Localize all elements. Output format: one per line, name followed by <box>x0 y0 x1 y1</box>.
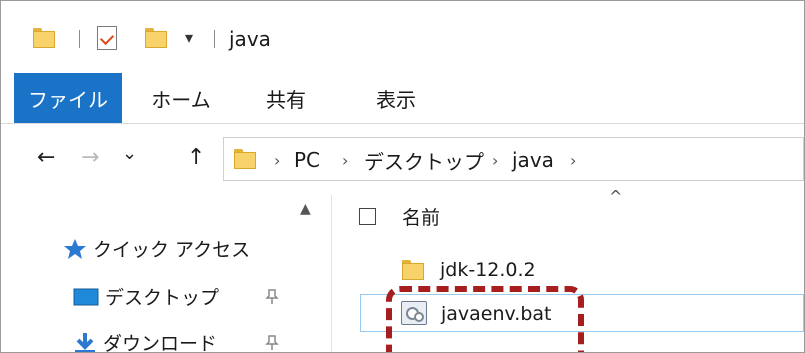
pin-icon[interactable] <box>265 289 279 309</box>
breadcrumb-separator[interactable]: › <box>570 138 576 182</box>
folder-icon <box>33 28 55 48</box>
breadcrumb-separator[interactable]: › <box>274 138 280 182</box>
navigation-pane: ▲ クイック アクセス デスクトップ ダウンロード <box>1 195 332 352</box>
select-all-checkbox[interactable] <box>359 208 376 225</box>
sidebar-item-quick-access[interactable]: クイック アクセス <box>63 235 250 262</box>
file-name: jdk-12.0.2 <box>440 259 536 281</box>
window-title: java <box>229 27 271 51</box>
tab-view[interactable]: 表示 <box>361 73 431 123</box>
breadcrumb-pc[interactable]: PC <box>294 138 320 182</box>
title-bar: ▾ java <box>1 1 804 71</box>
properties-icon[interactable] <box>97 26 117 50</box>
tab-share[interactable]: 共有 <box>251 73 321 123</box>
sidebar-item-label: クイック アクセス <box>93 239 251 261</box>
download-icon <box>75 332 95 352</box>
breadcrumb-java[interactable]: java <box>512 138 554 182</box>
breadcrumb-separator[interactable]: › <box>492 138 498 182</box>
sidebar-item-label: ダウンロード <box>103 333 218 353</box>
breadcrumb-desktop[interactable]: デスクトップ <box>364 138 484 182</box>
breadcrumb-separator[interactable]: › <box>342 138 348 182</box>
scroll-up-arrow[interactable]: ▲ <box>300 201 311 217</box>
toolbar-divider <box>79 30 80 48</box>
star-icon <box>64 238 86 259</box>
desktop-icon <box>73 288 99 305</box>
list-item-folder[interactable]: jdk-12.0.2 <box>360 251 804 289</box>
folder-icon <box>234 149 256 169</box>
toolbar-divider <box>214 30 215 48</box>
address-bar[interactable]: › PC › デスクトップ › java › <box>223 137 804 181</box>
new-folder-icon[interactable] <box>145 28 167 48</box>
column-header-name[interactable]: 名前 <box>402 203 440 230</box>
sidebar-item-desktop[interactable]: デスクトップ <box>73 283 219 310</box>
recent-locations-button[interactable]: ⌄ <box>122 143 137 164</box>
pin-icon[interactable] <box>265 335 279 352</box>
ribbon-tabs: ファイル ホーム 共有 表示 <box>1 73 804 124</box>
explorer-window: ▾ java ファイル ホーム 共有 表示 ← → ⌄ ↑ › PC › デスク… <box>0 0 805 353</box>
up-button[interactable]: ↑ <box>187 145 205 170</box>
highlight-annotation <box>386 286 584 352</box>
folder-icon <box>402 260 424 280</box>
back-button[interactable]: ← <box>37 145 55 170</box>
sidebar-item-label: デスクトップ <box>105 287 220 309</box>
tab-home[interactable]: ホーム <box>141 73 221 123</box>
tab-file[interactable]: ファイル <box>14 73 122 123</box>
sort-ascending-icon: ^ <box>609 187 623 206</box>
navigation-row: ← → ⌄ ↑ › PC › デスクトップ › java › <box>1 125 804 195</box>
sidebar-item-downloads[interactable]: ダウンロード <box>73 329 218 353</box>
forward-button[interactable]: → <box>81 145 99 170</box>
customize-toolbar-dropdown[interactable]: ▾ <box>185 28 193 47</box>
